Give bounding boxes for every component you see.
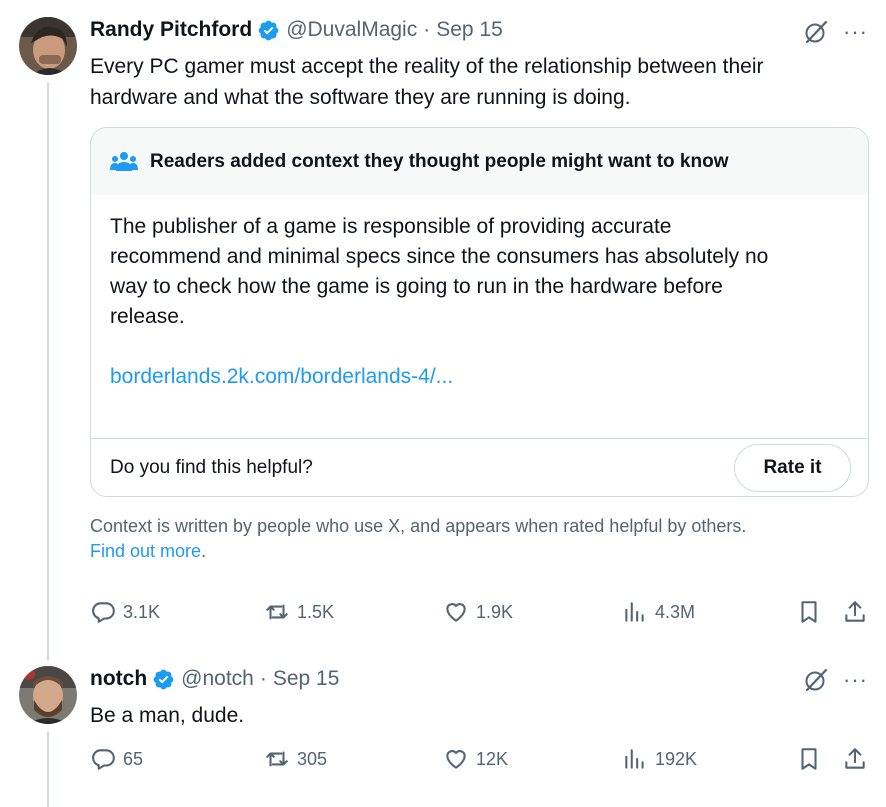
like-icon — [443, 746, 469, 772]
author-name[interactable]: Randy Pitchford — [90, 18, 252, 42]
more-icon[interactable]: ··· — [843, 669, 868, 691]
views-count: 4.3M — [655, 601, 696, 622]
reply-count: 65 — [123, 748, 144, 769]
context-info-suffix: . — [201, 541, 207, 561]
tweet-top-actions: ··· — [803, 19, 868, 45]
tweet-date[interactable]: Sep 15 — [436, 18, 503, 42]
reply-icon — [90, 599, 116, 625]
note-source-link[interactable]: borderlands.2k.com/borderlands-4/... — [110, 362, 849, 392]
like-button[interactable]: 12K — [443, 746, 508, 772]
repost-button[interactable]: 1.5K — [264, 599, 334, 625]
like-button[interactable]: 1.9K — [443, 599, 513, 625]
find-out-more-link[interactable]: Find out more — [90, 541, 201, 561]
note-text-line: way to check how the game is going to ru… — [110, 275, 723, 298]
community-note-header: Readers added context they thought peopl… — [91, 128, 868, 195]
community-note: Readers added context they thought peopl… — [90, 127, 869, 497]
bookmark-icon — [796, 599, 822, 625]
views-icon — [622, 746, 648, 772]
reply-button[interactable]: 65 — [90, 746, 143, 772]
bookmark-icon — [796, 746, 822, 772]
context-info: Context is written by people who use X, … — [90, 514, 850, 564]
author-name[interactable]: notch — [90, 667, 147, 691]
share-button[interactable] — [842, 599, 868, 625]
helpful-question: Do you find this helpful? — [110, 457, 313, 478]
like-count: 1.9K — [476, 601, 514, 622]
thread-line — [47, 732, 49, 807]
reply-count: 3.1K — [123, 601, 161, 622]
bookmark-button[interactable] — [796, 746, 822, 772]
reply-button[interactable]: 3.1K — [90, 599, 160, 625]
note-text-line: release. — [110, 305, 185, 328]
tweet-header: Randy Pitchford @DuvalMagic · Sep 15 — [90, 18, 503, 42]
share-icon — [842, 746, 868, 772]
community-note-body: The publisher of a game is responsible o… — [91, 195, 868, 439]
repost-icon — [264, 599, 290, 625]
verified-badge-icon — [152, 668, 175, 691]
views-button[interactable]: 4.3M — [622, 599, 695, 625]
tweet-text-line: Every PC gamer must accept the reality o… — [90, 55, 764, 78]
tweet-actions: 65 305 12K 192K — [90, 746, 868, 776]
community-note-title: Readers added context they thought peopl… — [150, 150, 729, 172]
author-handle[interactable]: @DuvalMagic — [286, 18, 417, 42]
like-icon — [443, 599, 469, 625]
tweet-actions: 3.1K 1.5K 1.9K 4.3M — [90, 599, 868, 629]
views-count: 192K — [655, 748, 698, 769]
repost-count: 1.5K — [297, 601, 335, 622]
views-button[interactable]: 192K — [622, 746, 697, 772]
tweet-date[interactable]: Sep 15 — [273, 667, 340, 691]
context-info-text: Context is written by people who use X, … — [90, 516, 747, 536]
tweet-top-actions: ··· — [803, 667, 868, 693]
reply-icon — [90, 746, 116, 772]
repost-icon — [264, 746, 290, 772]
repost-count: 305 — [297, 748, 328, 769]
note-text-line: The publisher of a game is responsible o… — [110, 215, 672, 238]
note-text-line: recommend and minimal specs since the co… — [110, 245, 769, 268]
rate-it-button[interactable]: Rate it — [734, 444, 851, 492]
verified-badge-icon — [257, 19, 280, 42]
views-icon — [622, 599, 648, 625]
grok-icon[interactable] — [803, 667, 829, 693]
separator-dot: · — [259, 667, 267, 690]
tweet-text: Every PC gamer must accept the reality o… — [90, 51, 860, 113]
repost-button[interactable]: 305 — [264, 746, 327, 772]
more-icon[interactable]: ··· — [843, 21, 868, 43]
share-icon — [842, 599, 868, 625]
thread-line — [47, 83, 49, 660]
bookmark-button[interactable] — [796, 599, 822, 625]
grok-icon[interactable] — [803, 19, 829, 45]
avatar[interactable] — [19, 666, 77, 724]
tweet-text-line: hardware and what the software they are … — [90, 86, 631, 109]
community-notes-icon — [110, 150, 138, 174]
like-count: 12K — [476, 748, 509, 769]
tweet-header: notch @notch · Sep 15 — [90, 667, 339, 691]
community-note-footer: Do you find this helpful? Rate it — [91, 439, 868, 496]
author-handle[interactable]: @notch — [181, 667, 254, 691]
separator-dot: · — [423, 18, 431, 41]
avatar[interactable] — [19, 17, 77, 75]
share-button[interactable] — [842, 746, 868, 772]
tweet-text: Be a man, dude. — [90, 704, 245, 727]
